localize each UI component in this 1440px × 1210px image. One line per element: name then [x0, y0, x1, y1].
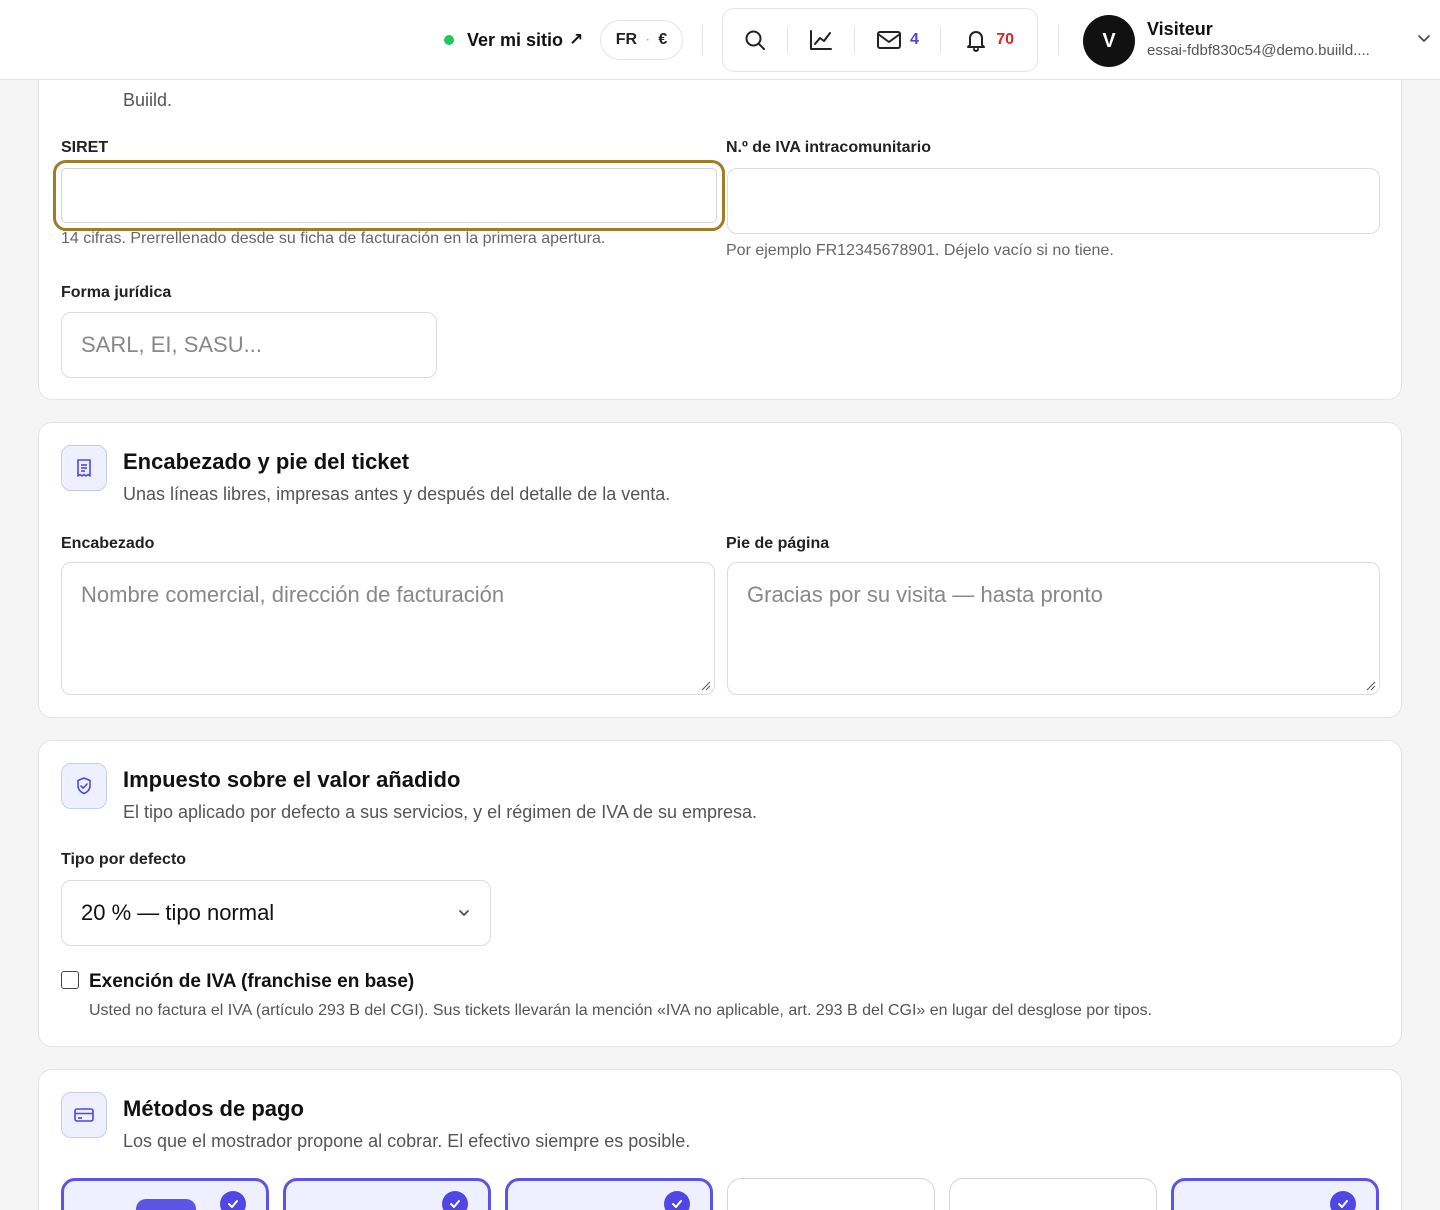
section-title: Métodos de pago [123, 1096, 304, 1121]
messages-button[interactable]: 4 [855, 9, 941, 71]
footer-textarea[interactable]: Gracias por su visita — hasta pronto [727, 562, 1380, 695]
vat-exemption-label[interactable]: Exención de IVA (franchise en base) [89, 971, 414, 993]
legal-form-label: Forma jurídica [61, 284, 172, 301]
vat-number-input[interactable] [727, 168, 1380, 234]
toolbar-group: 4 70 [722, 8, 1038, 72]
shield-icon-box [61, 763, 107, 809]
footer-label: Pie de página [726, 535, 830, 552]
stats-button[interactable] [788, 9, 854, 71]
payment-method-tile[interactable] [505, 1178, 713, 1210]
payment-method-tile[interactable] [1171, 1178, 1379, 1210]
vat-exemption-hint: Usted no factura el IVA (artículo 293 B … [89, 1002, 1153, 1019]
payment-method-tile[interactable] [727, 1178, 935, 1210]
section-title: Encabezado y pie del ticket [123, 449, 410, 474]
default-rate-select[interactable]: 20 % — tipo normal [61, 880, 491, 946]
payment-method-tile[interactable] [283, 1178, 491, 1210]
payment-method-tile[interactable] [949, 1178, 1157, 1210]
checkmark-icon [664, 1191, 690, 1210]
credit-card-icon [74, 1108, 94, 1122]
notifications-button[interactable]: 70 [941, 9, 1037, 71]
locale-switcher[interactable]: FR · € [600, 20, 683, 60]
shield-check-icon [77, 777, 91, 795]
checkmark-icon [1330, 1191, 1356, 1210]
company-identity-card: Buiild. SIRET 14 cifras. Prerrellenado d… [38, 40, 1402, 400]
header-label: Encabezado [61, 535, 155, 552]
search-icon [745, 30, 765, 50]
search-button[interactable] [723, 9, 787, 71]
external-arrow-icon: ↗ [569, 30, 584, 49]
user-email: essai-fdbf830c54@demo.buiild.... [1147, 42, 1370, 59]
chevron-down-icon[interactable] [1417, 31, 1431, 45]
chevron-down-icon [459, 910, 469, 917]
avatar[interactable]: V [1083, 15, 1135, 67]
ticket-header-footer-card: Encabezado y pie del ticket Unas líneas … [38, 422, 1402, 718]
chart-line-icon [809, 30, 832, 50]
view-site-link[interactable]: Ver mi sitio ↗ [444, 27, 583, 53]
view-site-label: Ver mi sitio [467, 29, 564, 50]
section-subtitle: Los que el mostrador propone al cobrar. … [123, 1131, 691, 1151]
card-icon-box [61, 1092, 107, 1138]
footer-placeholder: Gracias por su visita — hasta pronto [747, 582, 1103, 607]
default-rate-value: 20 % — tipo normal [81, 900, 275, 925]
bell-icon [967, 31, 986, 52]
notifications-count-badge: 70 [996, 31, 1015, 48]
checkmark-icon [442, 1191, 468, 1210]
vat-number-hint: Por ejemplo FR12345678901. Déjelo vacío … [726, 242, 1114, 259]
receipt-icon-box [61, 445, 107, 491]
siret-hint: 14 cifras. Prerrellenado desde su ficha … [61, 230, 606, 247]
top-bar: Ver mi sitio ↗ FR · € 4 70 V Visiteur es… [0, 0, 1440, 80]
payment-method-icon [136, 1199, 196, 1210]
resize-handle-icon[interactable] [701, 681, 711, 691]
vat-number-label: N.º de IVA intracomunitario [726, 139, 931, 156]
locale-currency: € [658, 31, 668, 48]
vat-exemption-checkbox[interactable] [61, 971, 79, 989]
siret-input[interactable] [53, 160, 725, 231]
payment-method-tile[interactable] [61, 1178, 269, 1210]
siret-label: SIRET [61, 139, 109, 156]
resize-handle-icon[interactable] [1366, 681, 1376, 691]
header-textarea[interactable]: Nombre comercial, dirección de facturaci… [61, 562, 715, 695]
divider [1058, 25, 1059, 55]
divider [702, 25, 703, 55]
vat-card: Impuesto sobre el valor añadido El tipo … [38, 740, 1402, 1047]
messages-count-badge: 4 [910, 31, 919, 48]
legal-form-input[interactable]: SARL, EI, SASU... [61, 312, 437, 378]
user-name[interactable]: Visiteur [1147, 19, 1213, 40]
receipt-icon [77, 459, 91, 477]
checkmark-icon [220, 1191, 246, 1210]
section-subtitle: Unas líneas libres, impresas antes y des… [123, 484, 671, 504]
mail-icon [877, 31, 901, 49]
locale-separator: · [645, 31, 651, 48]
previous-text-fragment: Buiild. [123, 90, 173, 110]
payment-methods-card: Métodos de pago Los que el mostrador pro… [38, 1069, 1402, 1210]
header-placeholder: Nombre comercial, dirección de facturaci… [81, 582, 505, 607]
default-rate-label: Tipo por defecto [61, 851, 187, 868]
section-subtitle: El tipo aplicado por defecto a sus servi… [123, 802, 757, 822]
locale-language: FR [615, 31, 638, 48]
section-title: Impuesto sobre el valor añadido [123, 767, 461, 792]
online-status-dot [444, 35, 454, 45]
